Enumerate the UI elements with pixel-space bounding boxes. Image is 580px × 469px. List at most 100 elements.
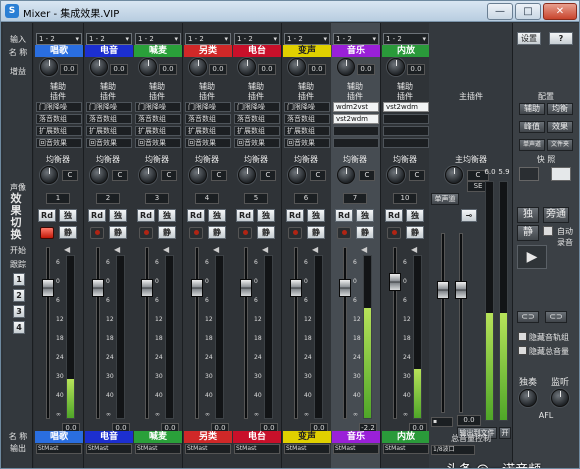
- fx-number-2[interactable]: 2: [13, 289, 25, 302]
- input-select[interactable]: 1 - 2: [383, 33, 429, 45]
- gain-value[interactable]: 0.0: [308, 64, 326, 75]
- insert-slot-3[interactable]: [383, 126, 429, 136]
- help-button[interactable]: ?: [549, 32, 573, 45]
- master-volume-value[interactable]: 0.0: [457, 415, 481, 426]
- insert-slot-2[interactable]: [383, 114, 429, 124]
- output-select[interactable]: StMast: [234, 444, 280, 454]
- pan-knob[interactable]: [238, 166, 256, 184]
- read-button[interactable]: Rd: [385, 209, 403, 222]
- master-fader-track-right[interactable]: [459, 233, 463, 413]
- insert-slot-1[interactable]: 门限降噪: [284, 102, 330, 112]
- gain-knob[interactable]: [189, 58, 207, 76]
- close-button[interactable]: ✕: [543, 3, 577, 20]
- pan-knob[interactable]: [387, 166, 405, 184]
- pan-value[interactable]: C: [112, 170, 128, 181]
- gain-knob[interactable]: [139, 58, 157, 76]
- insert-slot-4[interactable]: 回音效果: [234, 138, 280, 148]
- insert-slot-3[interactable]: [333, 126, 379, 136]
- solo-button[interactable]: 独: [307, 209, 325, 222]
- insert-slot-2[interactable]: 落音数组: [284, 114, 330, 124]
- insert-slot-3[interactable]: 扩展数组: [234, 126, 280, 136]
- minimize-button[interactable]: —: [487, 3, 513, 20]
- output-select[interactable]: StMast: [284, 444, 330, 454]
- gain-knob[interactable]: [40, 58, 58, 76]
- insert-slot-2[interactable]: vst2wdm: [333, 114, 379, 124]
- hide-master-checkbox[interactable]: [518, 346, 527, 355]
- insert-slot-1[interactable]: 门限降噪: [234, 102, 280, 112]
- pan-knob[interactable]: [40, 166, 58, 184]
- gain-knob[interactable]: [90, 58, 108, 76]
- insert-slot-4[interactable]: [333, 138, 379, 148]
- channel-name[interactable]: 变声: [283, 45, 331, 57]
- solo-button[interactable]: 独: [517, 207, 539, 223]
- output-select[interactable]: StMast: [86, 444, 132, 454]
- output-select[interactable]: StMast: [36, 444, 82, 454]
- mute-button[interactable]: 静: [109, 226, 127, 239]
- pan-value[interactable]: C: [211, 170, 227, 181]
- fader-track[interactable]: [145, 247, 149, 419]
- mute-button[interactable]: 静: [257, 226, 275, 239]
- insert-slot-3[interactable]: 扩展数组: [135, 126, 181, 136]
- insert-slot-4[interactable]: 回音效果: [284, 138, 330, 148]
- mute-button[interactable]: 静: [208, 226, 226, 239]
- input-select[interactable]: 1 - 2: [234, 33, 280, 45]
- read-button[interactable]: Rd: [38, 209, 56, 222]
- master-pan-knob[interactable]: [445, 166, 463, 184]
- insert-slot-4[interactable]: 回音效果: [135, 138, 181, 148]
- input-select[interactable]: 1 - 2: [284, 33, 330, 45]
- insert-slot-1[interactable]: 门限降噪: [135, 102, 181, 112]
- insert-slot-2[interactable]: 落音数组: [135, 114, 181, 124]
- input-select[interactable]: 1 - 2: [185, 33, 231, 45]
- insert-slot-3[interactable]: 扩展数组: [36, 126, 82, 136]
- mute-button[interactable]: 静: [59, 226, 77, 239]
- volume-fader[interactable]: [191, 279, 203, 297]
- solo-button[interactable]: 独: [158, 209, 176, 222]
- insert-slot-2[interactable]: 落音数组: [185, 114, 231, 124]
- volume-fader[interactable]: [42, 279, 54, 297]
- solo-button[interactable]: 独: [257, 209, 275, 222]
- mute-button[interactable]: 静: [307, 226, 325, 239]
- aux-button[interactable]: 辅助: [519, 103, 545, 115]
- record-button[interactable]: [337, 227, 351, 239]
- read-button[interactable]: Rd: [137, 209, 155, 222]
- volume-fader[interactable]: [290, 279, 302, 297]
- output-select[interactable]: StMast: [135, 444, 181, 454]
- master-fader-right[interactable]: [455, 281, 467, 299]
- channel-name[interactable]: 音乐: [332, 45, 380, 57]
- bypass-button[interactable]: 旁通: [543, 207, 569, 223]
- gain-value[interactable]: 0.0: [209, 64, 227, 75]
- insert-slot-4[interactable]: 回音效果: [86, 138, 132, 148]
- solo-button[interactable]: 独: [59, 209, 77, 222]
- channel-name[interactable]: 内放: [382, 45, 430, 57]
- insert-slot-1[interactable]: vst2wdm: [383, 102, 429, 112]
- solo-button[interactable]: 独: [109, 209, 127, 222]
- volume-fader[interactable]: [389, 273, 401, 291]
- insert-slot-1[interactable]: 门限降噪: [36, 102, 82, 112]
- insert-slot-2[interactable]: 落音数组: [36, 114, 82, 124]
- insert-slot-1[interactable]: 门限降噪: [185, 102, 231, 112]
- read-button[interactable]: Rd: [236, 209, 254, 222]
- pan-value[interactable]: C: [310, 170, 326, 181]
- pan-value[interactable]: C: [62, 170, 78, 181]
- output-select[interactable]: StMast: [333, 444, 379, 454]
- pan-knob[interactable]: [288, 166, 306, 184]
- eq-button[interactable]: 均衡: [547, 103, 573, 115]
- gain-knob[interactable]: [387, 58, 405, 76]
- volume-fader[interactable]: [240, 279, 252, 297]
- setup-button[interactable]: 设置: [517, 32, 541, 45]
- input-select[interactable]: 1 - 2: [333, 33, 379, 45]
- snapshot-folder-icon[interactable]: [519, 167, 539, 181]
- master-bottom-select[interactable]: 1/8波口: [431, 445, 475, 455]
- insert-slot-2[interactable]: 落音数组: [86, 114, 132, 124]
- volume-fader[interactable]: [141, 279, 153, 297]
- channel-name[interactable]: 另类: [184, 45, 232, 57]
- gain-value[interactable]: 0.0: [110, 64, 128, 75]
- insert-slot-2[interactable]: 落音数组: [234, 114, 280, 124]
- insert-slot-1[interactable]: 门限降噪: [86, 102, 132, 112]
- fx-number-1[interactable]: 1: [13, 273, 25, 286]
- folder-button[interactable]: 文件夹: [547, 139, 573, 151]
- channel-name[interactable]: 电台: [233, 45, 281, 57]
- fx-number-4[interactable]: 4: [13, 321, 25, 334]
- solo-button[interactable]: 独: [208, 209, 226, 222]
- fader-track[interactable]: [244, 247, 248, 419]
